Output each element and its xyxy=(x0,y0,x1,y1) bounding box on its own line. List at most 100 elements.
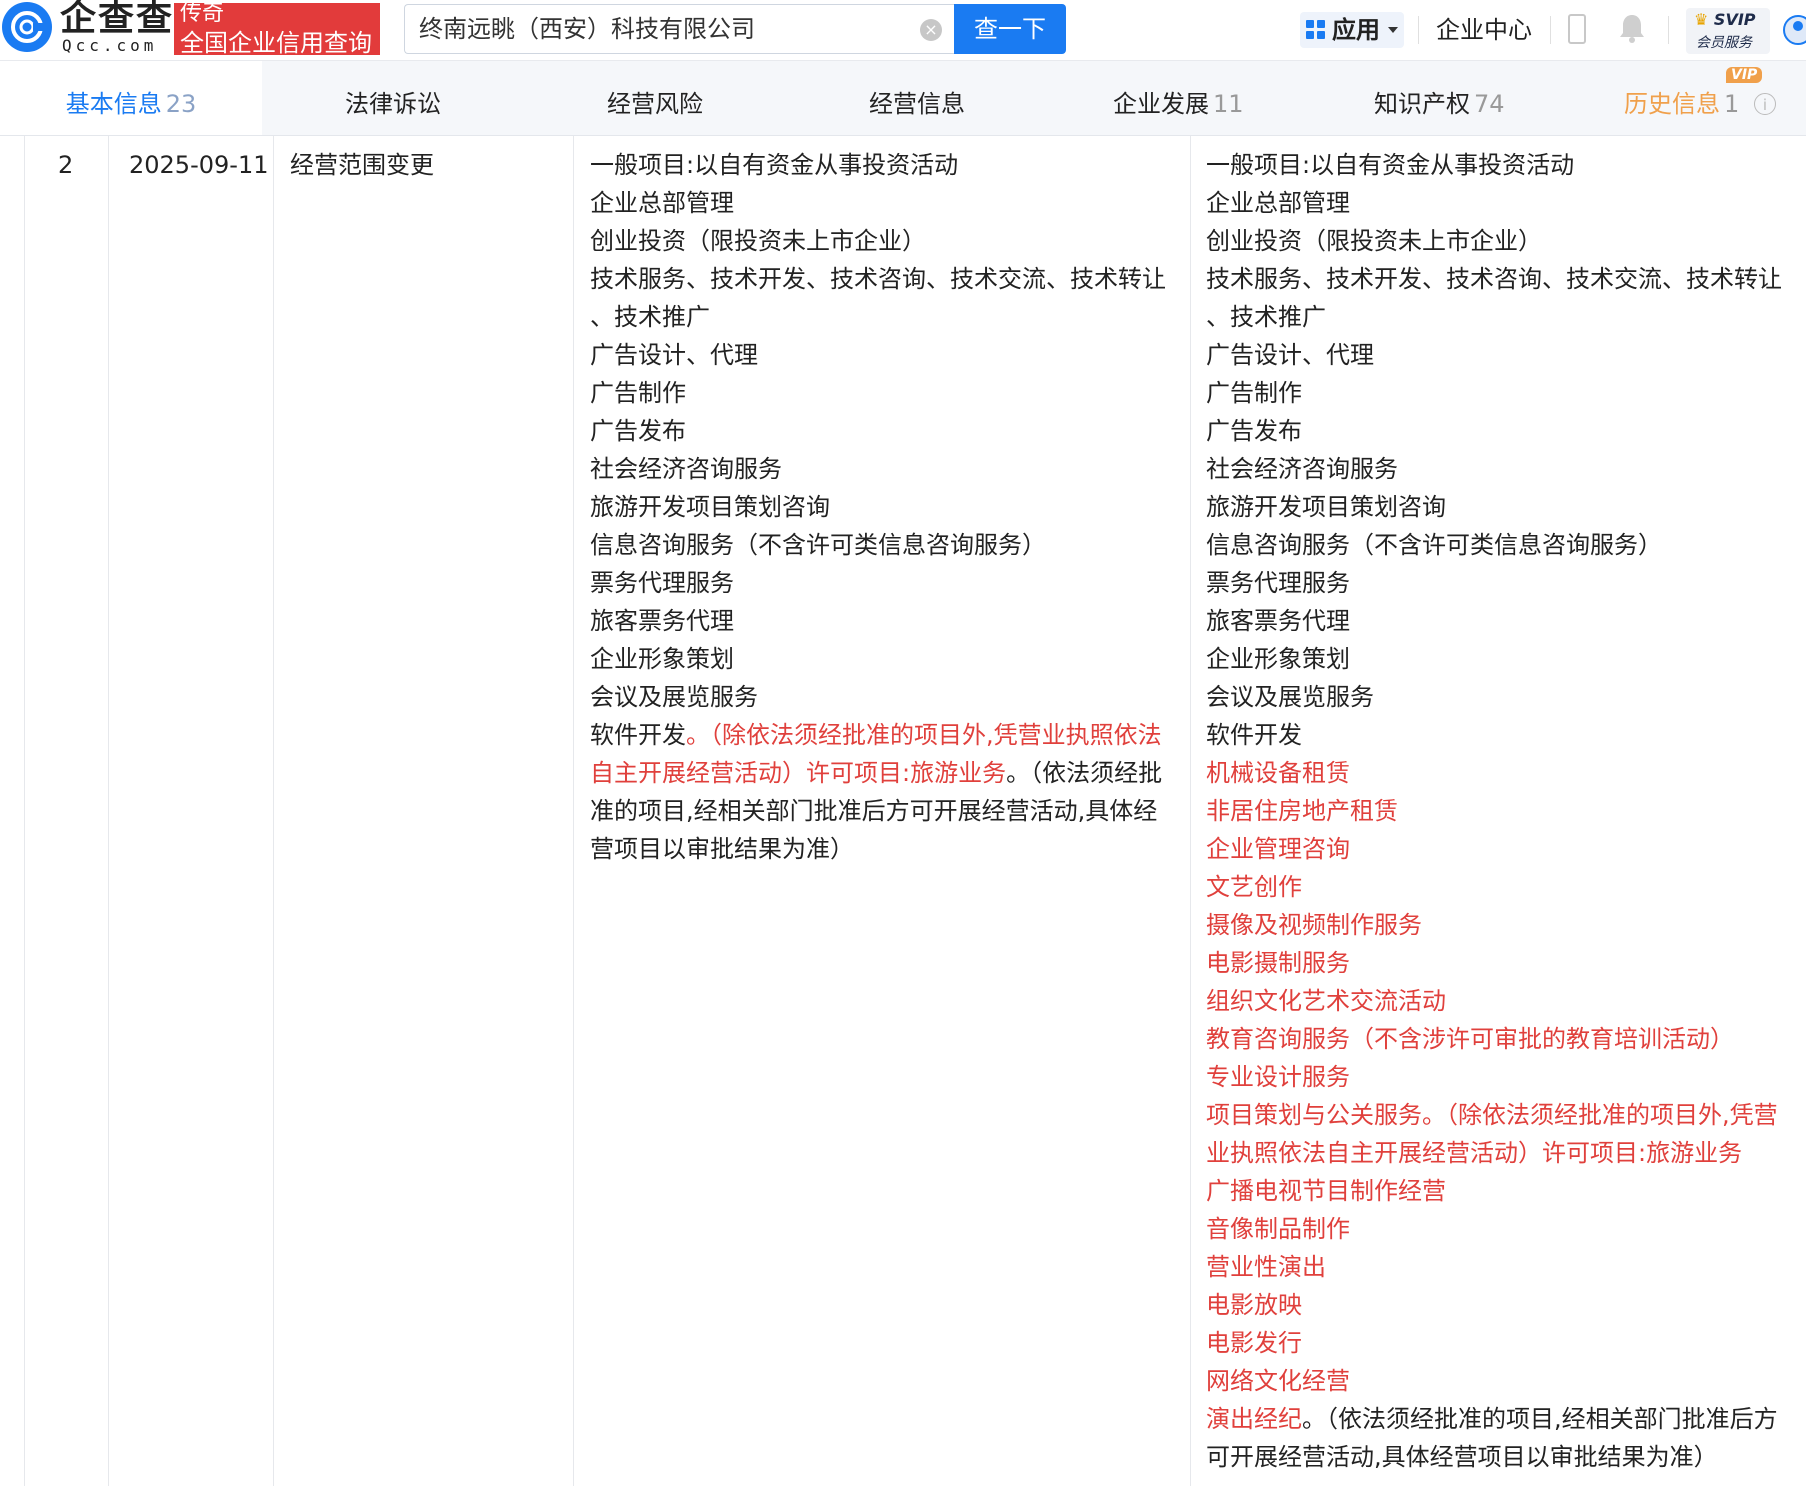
scope-text: 广告制作 xyxy=(1206,379,1302,407)
enterprise-center-link[interactable]: 企业中心 xyxy=(1436,12,1532,48)
user-icon[interactable] xyxy=(1780,14,1806,46)
change-record-table: 2 2025-09-11 经营范围变更 一般项目:以自有资金从事投资活动 企业总部… xyxy=(0,136,1806,1486)
tab-history[interactable]: 历史信息 1 xyxy=(1624,61,1739,135)
tab-legal[interactable]: 法律诉讼 xyxy=(345,61,441,135)
scope-line: 旅游开发项目策划咨询 xyxy=(1206,488,1782,526)
scope-added-text: 广播电视节目制作经营 xyxy=(1206,1177,1446,1205)
scope-added-text: 业执照依法自主开展经营活动）许可项目:旅游业务 xyxy=(1206,1139,1743,1167)
scope-line: 社会经济咨询服务 xyxy=(590,450,1166,488)
svip-button[interactable]: ♛ SVIP 会员服务 xyxy=(1686,8,1770,54)
scope-line: 会议及展览服务 xyxy=(1206,678,1782,716)
scope-added-text: 项目策划与公关服务。（除依法须经批准的项目外,凭营 xyxy=(1206,1101,1778,1129)
scope-added-text: 机械设备租赁 xyxy=(1206,759,1350,787)
scope-line: 广播电视节目制作经营 xyxy=(1206,1172,1782,1210)
tab-count: 23 xyxy=(165,90,197,118)
tab-development[interactable]: 企业发展 11 xyxy=(1113,61,1244,135)
scope-text: 旅游开发项目策划咨询 xyxy=(590,493,830,521)
scope-text: 旅游开发项目策划咨询 xyxy=(1206,493,1446,521)
tab-basic-info[interactable]: 基本信息 23 xyxy=(0,61,262,135)
scope-line: 广告设计、代理 xyxy=(1206,336,1782,374)
scope-line: 一般项目:以自有资金从事投资活动 xyxy=(590,146,1166,184)
scope-line: 广告设计、代理 xyxy=(590,336,1166,374)
scope-added-text: 营业性演出 xyxy=(1206,1253,1326,1281)
scope-line: 软件开发。（除依法须经批准的项目外,凭营业执照依法 xyxy=(590,716,1166,754)
change-date: 2025-09-11 xyxy=(129,151,269,179)
scope-line: 旅客票务代理 xyxy=(590,602,1166,640)
logo-icon[interactable] xyxy=(2,2,52,52)
info-icon[interactable]: i xyxy=(1754,93,1776,115)
scope-line: 教育咨询服务（不含涉许可审批的教育培训活动） xyxy=(1206,1020,1782,1058)
vip-tag: VIP xyxy=(1726,67,1763,83)
scope-text: 。（依法须经批准的项目,经相关部门批准后方 xyxy=(1302,1405,1778,1433)
tab-label: 经营风险 xyxy=(607,90,703,118)
tab-count: 1 xyxy=(1724,90,1740,118)
scope-line: 票务代理服务 xyxy=(590,564,1166,602)
tab-business-risk[interactable]: 经营风险 xyxy=(607,61,703,135)
apps-label: 应用 xyxy=(1332,16,1380,44)
scope-line: 企业总部管理 xyxy=(1206,184,1782,222)
scope-text: 旅客票务代理 xyxy=(590,607,734,635)
scope-line: 可开展经营活动,具体经营项目以审批结果为准） xyxy=(1206,1438,1782,1476)
scope-after: 一般项目:以自有资金从事投资活动 企业总部管理 创业投资（限投资未上市企业） 技术服务… xyxy=(1206,146,1782,1476)
tab-business-info[interactable]: 经营信息 xyxy=(869,61,965,135)
scope-line: 营业性演出 xyxy=(1206,1248,1782,1286)
svip-subtitle: 会员服务 xyxy=(1696,35,1752,51)
promo-badge[interactable]: 传奇 全国企业信用查询 xyxy=(174,1,380,57)
bell-icon[interactable] xyxy=(1618,12,1646,44)
scope-text: 创业投资（限投资未上市企业） xyxy=(1206,227,1542,255)
scope-line: 电影放映 xyxy=(1206,1286,1782,1324)
scope-line: 准的项目,经相关部门批准后方可开展经营活动,具体经 xyxy=(590,792,1166,830)
search-box: × xyxy=(404,4,954,54)
scope-added-text: 网络文化经营 xyxy=(1206,1367,1350,1395)
tab-ip[interactable]: 知识产权 74 xyxy=(1374,61,1505,135)
phone-icon[interactable] xyxy=(1568,14,1586,44)
scope-text: 广告制作 xyxy=(590,379,686,407)
tab-label: 历史信息 xyxy=(1624,90,1720,118)
scope-line: 技术服务、技术开发、技术咨询、技术交流、技术转让 xyxy=(590,260,1166,298)
scope-line: 社会经济咨询服务 xyxy=(1206,450,1782,488)
scope-text: 广告设计、代理 xyxy=(1206,341,1374,369)
scope-text: 社会经济咨询服务 xyxy=(590,455,782,483)
scope-text: 广告发布 xyxy=(590,417,686,445)
scope-text: 一般项目:以自有资金从事投资活动 xyxy=(590,151,959,179)
logo-text[interactable]: 企查查 xyxy=(60,0,174,38)
scope-text: 营项目以审批结果为准） xyxy=(590,835,854,863)
scope-line: 票务代理服务 xyxy=(1206,564,1782,602)
scope-added-text: 自主开展经营活动）许可项目:旅游业务 xyxy=(590,759,1007,787)
logo-subtext: Qcc.com xyxy=(62,36,158,55)
apps-menu-button[interactable]: 应用 xyxy=(1300,12,1404,48)
scope-added-text: 教育咨询服务（不含涉许可审批的教育培训活动） xyxy=(1206,1025,1734,1053)
column-divider xyxy=(273,136,274,1486)
divider xyxy=(1550,16,1551,44)
scope-text: 广告发布 xyxy=(1206,417,1302,445)
scope-line: 文艺创作 xyxy=(1206,868,1782,906)
scope-text: 信息咨询服务（不含许可类信息咨询服务） xyxy=(1206,531,1662,559)
scope-text: 一般项目:以自有资金从事投资活动 xyxy=(1206,151,1575,179)
scope-line: 软件开发 xyxy=(1206,716,1782,754)
scope-line: 营项目以审批结果为准） xyxy=(590,830,1166,868)
scope-line: 创业投资（限投资未上市企业） xyxy=(590,222,1166,260)
scope-added-text: 专业设计服务 xyxy=(1206,1063,1350,1091)
tab-label: 法律诉讼 xyxy=(345,90,441,118)
scope-line: 旅游开发项目策划咨询 xyxy=(590,488,1166,526)
scope-text: 软件开发 xyxy=(1206,721,1302,749)
tab-bar: 基本信息 23 法律诉讼 经营风险 经营信息 企业发展 11 知识产权 74 历史信息… xyxy=(0,60,1806,136)
scope-text: 准的项目,经相关部门批准后方可开展经营活动,具体经 xyxy=(590,797,1158,825)
tab-count: 11 xyxy=(1213,90,1244,118)
scope-added-text: 演出经纪 xyxy=(1206,1405,1302,1433)
search-button[interactable]: 查一下 xyxy=(954,4,1066,54)
clear-icon[interactable]: × xyxy=(920,19,942,41)
svip-title: ♛ SVIP xyxy=(1694,10,1756,29)
scope-text: 票务代理服务 xyxy=(1206,569,1350,597)
scope-text: 信息咨询服务（不含许可类信息咨询服务） xyxy=(590,531,1046,559)
scope-text: 广告设计、代理 xyxy=(590,341,758,369)
divider xyxy=(1418,16,1419,44)
scope-line: 项目策划与公关服务。（除依法须经批准的项目外,凭营 xyxy=(1206,1096,1782,1134)
change-type: 经营范围变更 xyxy=(290,151,434,179)
scope-line: 电影发行 xyxy=(1206,1324,1782,1362)
search-input[interactable] xyxy=(419,5,899,53)
scope-text: 、技术推广 xyxy=(1206,303,1326,331)
column-divider xyxy=(573,136,574,1486)
tab-label: 企业发展 xyxy=(1113,90,1209,118)
badge-bottom-text: 全国企业信用查询 xyxy=(180,29,372,57)
